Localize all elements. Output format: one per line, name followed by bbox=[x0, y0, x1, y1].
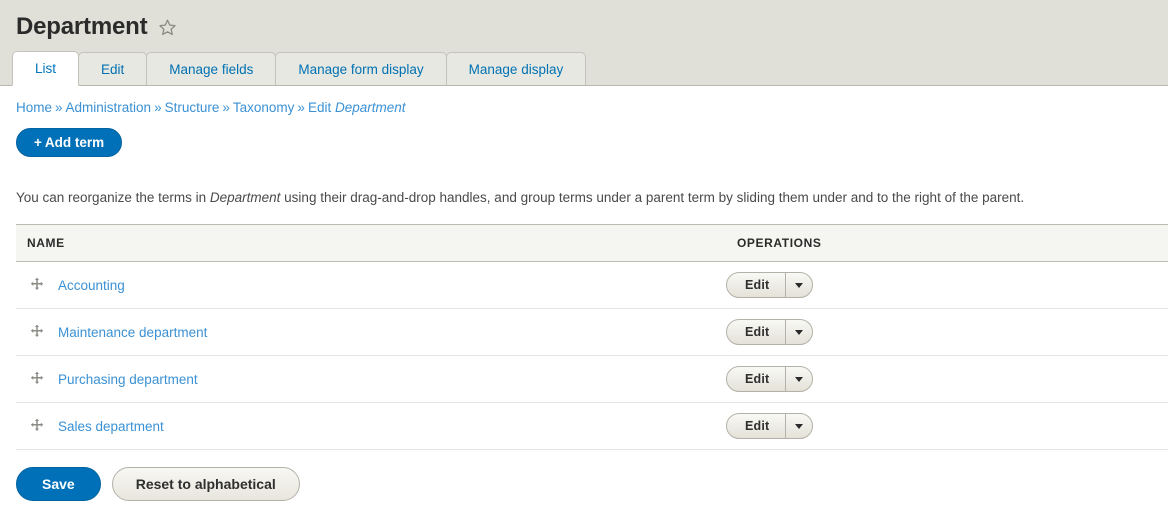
column-header-name: NAME bbox=[16, 224, 726, 263]
main-content: Home» Administration» Structure» Taxonomy» E… bbox=[0, 86, 1168, 502]
help-text-part1: You can reorganize the terms in bbox=[16, 189, 210, 205]
operations-dropbutton: Edit bbox=[726, 272, 814, 299]
term-name-cell: Accounting bbox=[16, 261, 726, 310]
save-button[interactable]: Save bbox=[16, 467, 101, 502]
move-handle-icon[interactable] bbox=[27, 416, 47, 436]
tab-manage-display[interactable]: Manage display bbox=[445, 52, 587, 86]
breadcrumb-separator: » bbox=[297, 100, 305, 116]
breadcrumb-item-department[interactable]: Department bbox=[335, 100, 406, 115]
tab-manage-fields[interactable]: Manage fields bbox=[146, 52, 277, 86]
help-text-part2: using their drag-and-drop handles, and g… bbox=[280, 189, 1025, 205]
term-name-cell: Sales department bbox=[16, 402, 726, 451]
action-links: + Add term bbox=[0, 115, 1168, 158]
breadcrumb-item-structure[interactable]: Structure bbox=[165, 100, 220, 115]
breadcrumb-separator: » bbox=[222, 100, 230, 116]
term-link[interactable]: Purchasing department bbox=[58, 372, 198, 387]
tab-list[interactable]: List bbox=[12, 51, 80, 87]
term-operations-cell: Edit bbox=[726, 402, 1168, 451]
table-header-row: NAME OPERATIONS bbox=[16, 224, 1168, 263]
tab-label: List bbox=[35, 61, 57, 77]
star-outline-icon[interactable] bbox=[157, 17, 177, 37]
term-operations-cell: Edit bbox=[726, 308, 1168, 357]
table-row: Accounting Edit bbox=[16, 261, 1168, 310]
chevron-down-icon[interactable] bbox=[786, 320, 812, 344]
breadcrumb-separator: » bbox=[55, 100, 63, 116]
table-row: Sales department Edit bbox=[16, 402, 1168, 451]
operations-dropbutton: Edit bbox=[726, 366, 814, 393]
breadcrumb-item-home[interactable]: Home bbox=[16, 100, 52, 115]
breadcrumb-item-edit[interactable]: Edit bbox=[308, 100, 335, 115]
table-row: Maintenance department Edit bbox=[16, 308, 1168, 357]
table-row: Purchasing department Edit bbox=[16, 355, 1168, 404]
page-title-row: Department bbox=[0, 0, 1168, 50]
term-name-cell: Purchasing department bbox=[16, 355, 726, 404]
operations-dropbutton: Edit bbox=[726, 413, 814, 440]
edit-button[interactable]: Edit bbox=[727, 273, 787, 298]
terms-table-wrapper: NAME OPERATIONS Accounting Edit Maintena… bbox=[0, 224, 1168, 451]
page-header: Department List Edit Manage fields Manag… bbox=[0, 0, 1168, 87]
term-operations-cell: Edit bbox=[726, 355, 1168, 404]
plus-icon: + bbox=[34, 135, 42, 151]
tab-label: Edit bbox=[101, 61, 125, 77]
page-title: Department bbox=[16, 13, 148, 40]
edit-button[interactable]: Edit bbox=[727, 367, 787, 392]
term-link[interactable]: Sales department bbox=[58, 419, 164, 434]
table-head: NAME OPERATIONS bbox=[16, 224, 1168, 263]
edit-button[interactable]: Edit bbox=[727, 320, 787, 345]
breadcrumb-separator: » bbox=[154, 100, 162, 116]
column-header-operations: OPERATIONS bbox=[726, 224, 1168, 263]
operations-dropbutton: Edit bbox=[726, 319, 814, 346]
chevron-down-icon[interactable] bbox=[786, 414, 812, 438]
move-handle-icon[interactable] bbox=[27, 275, 47, 295]
tab-manage-form-display[interactable]: Manage form display bbox=[275, 52, 447, 86]
table-body: Accounting Edit Maintenance department E… bbox=[16, 261, 1168, 451]
terms-table: NAME OPERATIONS Accounting Edit Maintena… bbox=[16, 224, 1168, 451]
term-link[interactable]: Accounting bbox=[58, 278, 125, 293]
chevron-down-icon[interactable] bbox=[786, 273, 812, 297]
term-name-cell: Maintenance department bbox=[16, 308, 726, 357]
move-handle-icon[interactable] bbox=[27, 322, 47, 342]
breadcrumb: Home» Administration» Structure» Taxonomy» E… bbox=[0, 86, 1168, 115]
add-term-label: Add term bbox=[44, 135, 105, 151]
add-term-button[interactable]: + Add term bbox=[16, 128, 123, 158]
tab-label: Manage form display bbox=[298, 61, 424, 77]
term-link[interactable]: Maintenance department bbox=[58, 325, 207, 340]
edit-button[interactable]: Edit bbox=[727, 414, 787, 439]
term-operations-cell: Edit bbox=[726, 261, 1168, 310]
primary-tabs: List Edit Manage fields Manage form disp… bbox=[0, 50, 1168, 87]
breadcrumb-item-taxonomy[interactable]: Taxonomy bbox=[233, 100, 295, 115]
help-text-emphasis: Department bbox=[209, 189, 281, 205]
move-handle-icon[interactable] bbox=[27, 369, 47, 389]
tab-edit[interactable]: Edit bbox=[78, 52, 148, 86]
chevron-down-icon[interactable] bbox=[786, 367, 812, 391]
help-text: You can reorganize the terms in Departme… bbox=[0, 171, 1168, 208]
breadcrumb-item-administration[interactable]: Administration bbox=[66, 100, 152, 115]
reset-to-alphabetical-button[interactable]: Reset to alphabetical bbox=[111, 467, 300, 502]
tab-label: Manage display bbox=[468, 61, 564, 77]
tab-label: Manage fields bbox=[169, 61, 254, 77]
form-actions: Save Reset to alphabetical bbox=[0, 450, 1168, 502]
